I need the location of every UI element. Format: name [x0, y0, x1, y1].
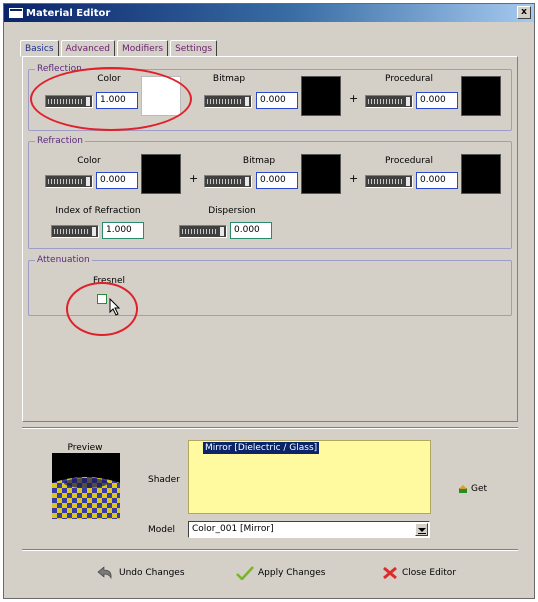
attenuation-group: Attenuation Fresnel: [28, 255, 512, 316]
reflection-procedural-field[interactable]: 0.000: [416, 92, 458, 109]
refraction-bitmap-slider[interactable]: [204, 175, 252, 188]
reflection-bitmap-field[interactable]: 0.000: [256, 92, 298, 109]
model-dropdown[interactable]: Color_001 [Mirror]: [188, 521, 430, 538]
tab-modifiers[interactable]: Modifiers: [117, 40, 169, 57]
apply-changes-label: Apply Changes: [258, 568, 326, 578]
refraction-color-field[interactable]: 0.000: [96, 172, 138, 189]
window-title: Material Editor: [26, 7, 111, 19]
ior-field[interactable]: 1.000: [102, 222, 144, 239]
reflection-procedural-slider[interactable]: [365, 95, 413, 108]
refraction-procedural-field[interactable]: 0.000: [416, 172, 458, 189]
close-x-icon: [383, 566, 397, 580]
get-label: Get: [471, 484, 488, 494]
title-bar[interactable]: Material Editor x: [4, 4, 534, 22]
fresnel-label: Fresnel: [93, 276, 125, 286]
tab-settings[interactable]: Settings: [170, 40, 218, 57]
reflection-bitmap-label: Bitmap: [212, 74, 246, 84]
reflection-color-slider[interactable]: [45, 95, 93, 108]
reflection-legend: Reflection: [35, 64, 84, 74]
get-icon: [459, 484, 467, 493]
refraction-bitmap-swatch[interactable]: [301, 154, 341, 194]
model-value: Color_001 [Mirror]: [192, 524, 274, 534]
reflection-group: Reflection Color 1.000 Bitmap 0.000 + Pr…: [28, 64, 512, 131]
preview-label: Preview: [67, 443, 103, 453]
shader-label: Shader: [148, 475, 180, 485]
apply-changes-button[interactable]: Apply Changes: [236, 564, 325, 582]
plus-sign: +: [349, 172, 359, 185]
tab-advanced[interactable]: Advanced: [60, 40, 115, 57]
divider: [22, 549, 518, 551]
tab-strip: Basics Advanced Modifiers Settings: [20, 40, 219, 57]
refraction-color-slider[interactable]: [45, 175, 93, 188]
reflection-bitmap-slider[interactable]: [204, 95, 252, 108]
reflection-bitmap-swatch[interactable]: [301, 76, 341, 116]
refraction-procedural-swatch[interactable]: [461, 154, 501, 194]
divider: [22, 427, 518, 429]
refraction-color-swatch[interactable]: [141, 154, 181, 194]
reflection-color-label: Color: [97, 74, 121, 84]
dispersion-slider[interactable]: [179, 225, 227, 238]
undo-changes-button[interactable]: Undo Changes: [97, 564, 185, 582]
undo-icon: [97, 566, 112, 580]
refraction-color-label: Color: [77, 156, 101, 166]
dispersion-field[interactable]: 0.000: [230, 222, 272, 239]
ior-slider[interactable]: [51, 225, 99, 238]
plus-sign: +: [349, 92, 359, 105]
refraction-bitmap-label: Bitmap: [242, 156, 276, 166]
reflection-procedural-label: Procedural: [385, 74, 433, 84]
basics-panel: Reflection Color 1.000 Bitmap 0.000 + Pr…: [22, 56, 518, 422]
shader-list-item[interactable]: Mirror [Dielectric / Glass]: [203, 442, 320, 454]
refraction-procedural-label: Procedural: [385, 156, 433, 166]
refraction-procedural-slider[interactable]: [365, 175, 413, 188]
fresnel-checkbox[interactable]: [97, 294, 107, 304]
reflection-color-swatch[interactable]: [141, 76, 181, 116]
get-button[interactable]: Get: [458, 484, 487, 494]
undo-changes-label: Undo Changes: [119, 568, 185, 578]
shader-list[interactable]: Mirror [Dielectric / Glass]: [188, 440, 431, 514]
dispersion-label: Dispersion: [208, 206, 256, 216]
refraction-legend: Refraction: [35, 136, 85, 146]
refraction-bitmap-field[interactable]: 0.000: [256, 172, 298, 189]
material-preview-image: [52, 453, 120, 519]
close-editor-button[interactable]: Close Editor: [382, 564, 456, 582]
model-label: Model: [148, 525, 176, 535]
ior-label: Index of Refraction: [55, 206, 141, 216]
attenuation-legend: Attenuation: [35, 255, 92, 265]
reflection-procedural-swatch[interactable]: [461, 76, 501, 116]
close-editor-label: Close Editor: [402, 568, 457, 578]
reflection-color-field[interactable]: 1.000: [96, 92, 138, 109]
tab-basics[interactable]: Basics: [20, 40, 59, 57]
close-window-button[interactable]: x: [517, 6, 531, 19]
checkmark-icon: [236, 566, 254, 580]
window-icon: [9, 8, 23, 18]
refraction-group: Refraction Color 0.000 + Bitmap 0.000 + …: [28, 136, 512, 249]
mouse-cursor-icon: [109, 298, 121, 316]
plus-sign: +: [189, 172, 199, 185]
chevron-down-icon[interactable]: [415, 523, 428, 536]
